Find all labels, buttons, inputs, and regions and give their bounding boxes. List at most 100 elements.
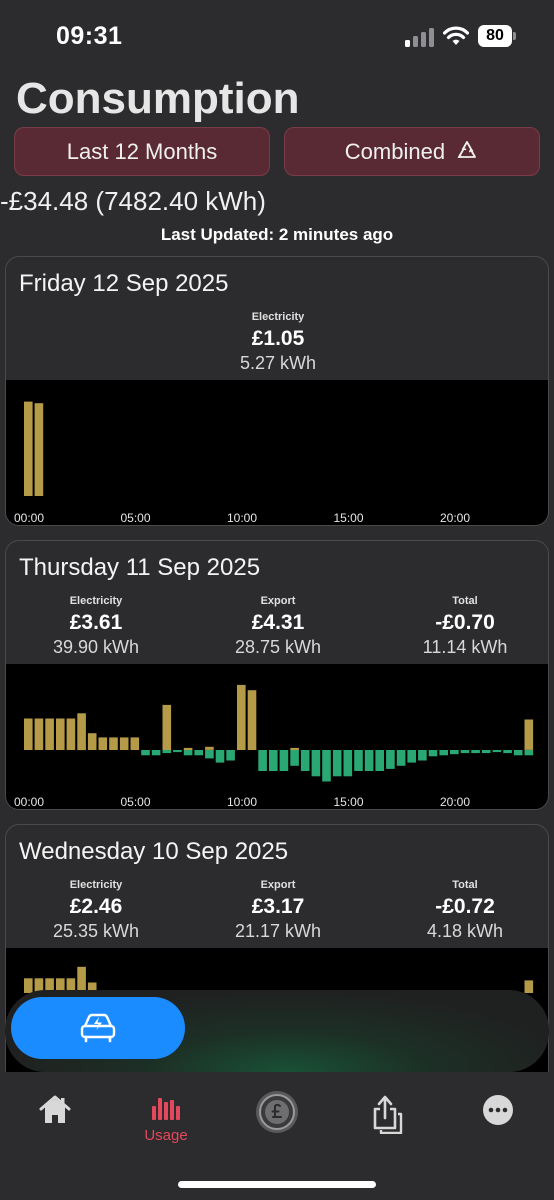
x-axis-tick-label: 05:00 <box>121 511 151 525</box>
half-hourly-chart: 00:00 05:00 10:00 15:00 20:00 <box>6 664 548 809</box>
more-options-icon <box>483 1095 513 1125</box>
total-metric: Total -£0.70 11.14 kWh <box>375 595 548 658</box>
export-bar <box>205 750 214 759</box>
x-axis-tick-label: 20:00 <box>440 795 470 809</box>
export-bar <box>513 750 523 756</box>
export-bar <box>396 750 406 766</box>
import-bar <box>162 704 172 750</box>
import-bar <box>77 713 86 751</box>
export-bar <box>173 750 182 753</box>
x-axis-tick-label: 00:00 <box>14 795 44 809</box>
electricity-label: Electricity <box>69 879 123 891</box>
import-bar <box>237 684 246 750</box>
export-label: Export <box>260 879 296 891</box>
x-axis-tick-label: 15:00 <box>334 511 364 525</box>
x-axis-tick-label: 15:00 <box>334 795 364 809</box>
export-bar <box>354 750 363 771</box>
export-bar <box>269 750 278 771</box>
tab-home[interactable] <box>15 1094 95 1133</box>
total-cost: -£0.70 <box>435 611 495 634</box>
day-card-date: Thursday 11 Sep 2025 <box>19 554 261 581</box>
half-hourly-chart: 00:00 05:00 10:00 15:00 20:00 <box>6 380 548 525</box>
import-bar <box>24 718 33 750</box>
total-kwh: 4.18 kWh <box>426 921 504 941</box>
electricity-metric: Electricity £3.61 39.90 kWh <box>6 595 186 658</box>
day-card-date: Wednesday 10 Sep 2025 <box>19 838 289 865</box>
total-summary: -£34.48 (7482.40 kWh) <box>0 186 266 216</box>
export-cost: £3.17 <box>251 895 305 918</box>
import-bar <box>119 737 129 750</box>
electricity-cost: £3.61 <box>69 611 123 634</box>
export-bar <box>386 750 395 769</box>
electricity-cost: £2.46 <box>69 895 123 918</box>
electricity-cost: £1.05 <box>251 327 305 350</box>
export-bar <box>332 750 342 777</box>
total-label: Total <box>452 879 478 891</box>
export-bar <box>450 750 459 755</box>
export-metric: Export £4.31 28.75 kWh <box>188 595 368 658</box>
ev-car-charge-icon <box>80 1013 116 1043</box>
tab-more[interactable] <box>458 1094 538 1133</box>
x-axis-tick-label: 05:00 <box>121 795 151 809</box>
tab-tariff[interactable] <box>237 1090 317 1141</box>
export-bar <box>460 750 470 754</box>
page-title: Consumption <box>16 74 300 123</box>
import-bar <box>130 737 140 750</box>
day-card-date: Friday 12 Sep 2025 <box>19 270 229 297</box>
export-bar <box>375 750 384 771</box>
electricity-label: Electricity <box>251 311 305 323</box>
total-kwh: 11.14 kWh <box>422 637 508 657</box>
import-bar <box>524 980 534 993</box>
import-bar <box>45 718 54 750</box>
x-axis-tick-label: 00:00 <box>14 511 44 525</box>
export-bar <box>471 750 480 754</box>
import-bar <box>34 403 44 496</box>
battery-indicator: 80 <box>478 25 518 47</box>
battery-tip <box>513 32 516 40</box>
export-bar <box>524 750 534 756</box>
day-card-thursday[interactable]: Thursday 11 Sep 2025 Electricity £3.61 3… <box>5 540 549 810</box>
import-bar <box>24 401 33 496</box>
battery-level: 80 <box>478 25 512 47</box>
tab-share[interactable] <box>347 1092 427 1141</box>
export-bar <box>141 750 150 756</box>
export-label: Export <box>260 595 296 607</box>
export-bar <box>300 750 310 771</box>
period-filter-button[interactable]: Last 12 Months <box>14 127 270 176</box>
export-bar <box>162 750 172 754</box>
import-bar <box>98 737 108 750</box>
import-bar <box>247 690 257 750</box>
export-cost: £4.31 <box>251 611 305 634</box>
status-time: 09:31 <box>56 22 123 50</box>
cellular-signal-icon <box>405 28 434 47</box>
home-indicator <box>178 1181 376 1188</box>
export-bar <box>279 750 289 771</box>
export-bar <box>407 750 416 763</box>
export-metric: Export £3.17 21.17 kWh <box>188 879 368 942</box>
period-filter-label: Last 12 Months <box>66 139 218 164</box>
import-bar <box>87 733 97 750</box>
export-bar <box>215 750 225 763</box>
export-bar <box>503 750 512 754</box>
x-axis-tick-label: 10:00 <box>227 511 257 525</box>
day-card-friday[interactable]: Friday 12 Sep 2025 Electricity £1.05 5.2… <box>5 256 549 526</box>
export-bar <box>194 750 203 756</box>
export-bar <box>428 750 438 757</box>
export-bar <box>151 750 161 756</box>
mode-filter-label: Combined <box>344 139 446 164</box>
export-bar <box>492 750 502 753</box>
export-bar <box>322 750 331 782</box>
import-bar <box>109 737 118 750</box>
export-kwh: 28.75 kWh <box>234 637 322 657</box>
export-bar <box>290 750 299 766</box>
export-bar <box>311 750 321 777</box>
export-kwh: 21.17 kWh <box>234 921 322 941</box>
export-bar <box>226 750 235 761</box>
electricity-label: Electricity <box>69 595 123 607</box>
bar-chart-icon <box>152 1098 180 1120</box>
ev-charge-button[interactable] <box>11 997 185 1059</box>
electricity-kwh: 25.35 kWh <box>52 921 140 941</box>
export-bar <box>364 750 374 771</box>
tab-usage[interactable]: Usage <box>126 1094 206 1144</box>
mode-filter-button[interactable]: Combined <box>284 127 540 176</box>
